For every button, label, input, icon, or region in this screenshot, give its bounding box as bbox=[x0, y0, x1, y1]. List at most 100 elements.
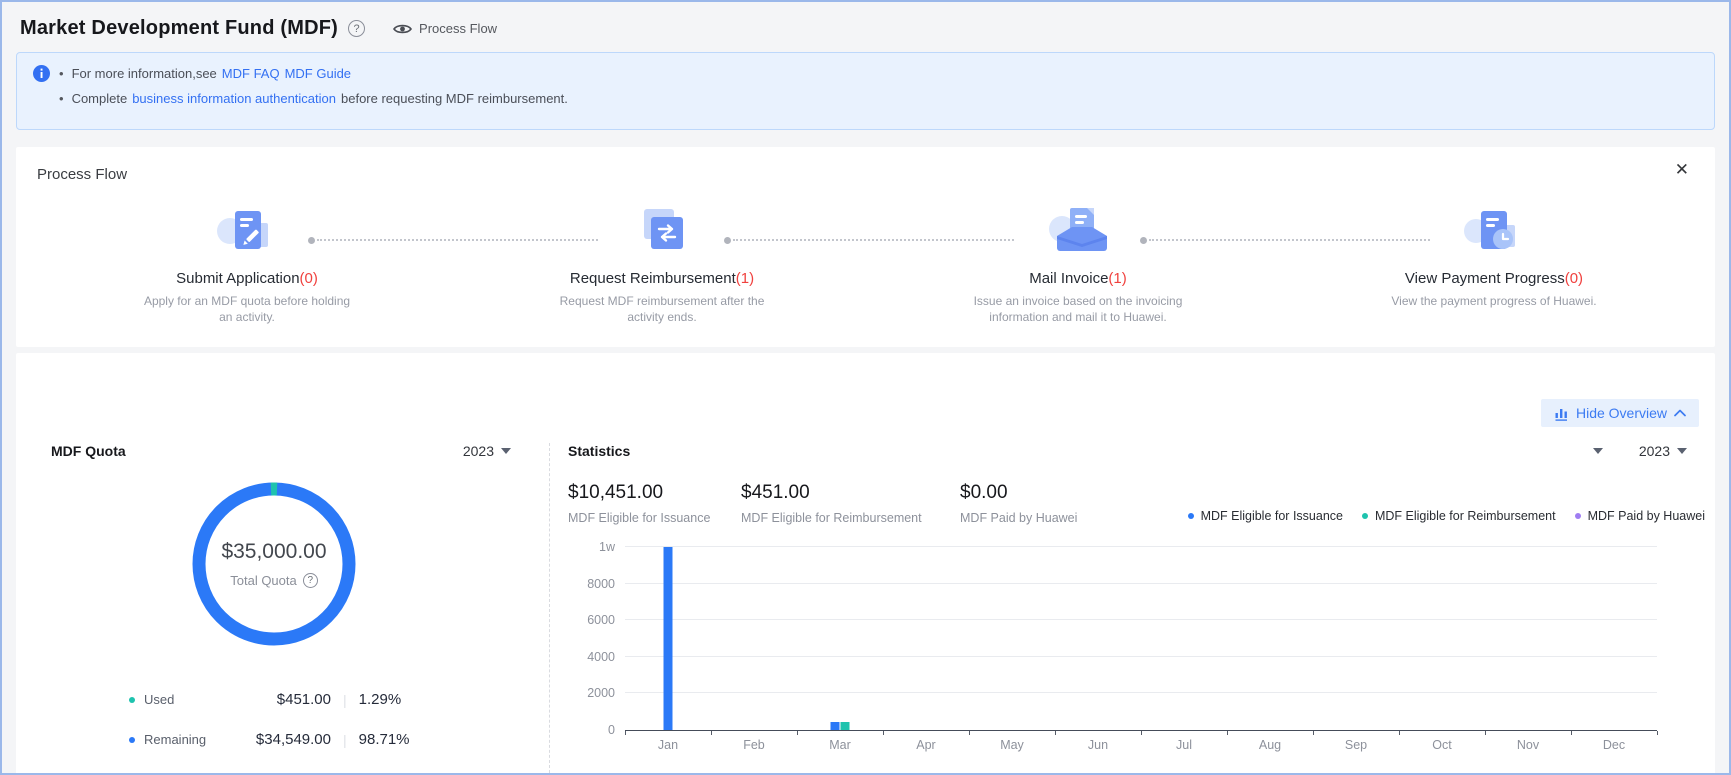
step-description: Issue an invoice based on the invoicing … bbox=[971, 293, 1185, 325]
chevron-down-icon bbox=[1593, 448, 1603, 454]
quota-legend-used: Used $451.00 | 1.29% bbox=[129, 691, 511, 708]
bar-chart-icon bbox=[1554, 406, 1569, 421]
process-step-submit-application: Submit Application(0) Apply for an MDF q… bbox=[107, 203, 387, 325]
y-axis-label: 8000 bbox=[587, 577, 615, 591]
overview-panel: Hide Overview MDF Quota 2023 $35,000.00 bbox=[16, 353, 1715, 775]
bar-mar bbox=[831, 722, 840, 730]
remaining-dot-icon bbox=[129, 737, 135, 743]
document-clock-icon bbox=[1354, 203, 1634, 263]
gridline bbox=[625, 656, 1657, 657]
step-title: Mail Invoice(1) bbox=[938, 270, 1218, 287]
x-axis-label: Jan bbox=[625, 738, 711, 752]
axis-tick bbox=[1399, 731, 1400, 735]
axis-tick bbox=[969, 731, 970, 735]
chart-plot-area: 020004000600080001w bbox=[625, 548, 1657, 731]
statistics-filter-select[interactable] bbox=[1593, 448, 1603, 454]
x-axis-label: Jun bbox=[1055, 738, 1141, 752]
close-icon[interactable]: ✕ bbox=[1675, 161, 1689, 178]
y-axis-label: 1w bbox=[599, 540, 615, 554]
axis-tick bbox=[711, 731, 712, 735]
mdf-quota-section: MDF Quota 2023 $35,000.00 Total Quota? bbox=[16, 443, 549, 773]
y-axis-label: 4000 bbox=[587, 650, 615, 664]
axis-tick bbox=[1141, 731, 1142, 735]
axis-tick bbox=[797, 731, 798, 735]
y-axis-label: 0 bbox=[608, 723, 615, 737]
axis-tick bbox=[625, 731, 626, 735]
used-dot-icon bbox=[129, 697, 135, 703]
page-title: Market Development Fund (MDF) bbox=[20, 17, 338, 40]
legend-item-eligible-issuance[interactable]: MDF Eligible for Issuance bbox=[1188, 509, 1343, 523]
gridline bbox=[625, 692, 1657, 693]
axis-tick bbox=[1313, 731, 1314, 735]
legend-item-eligible-reimbursement[interactable]: MDF Eligible for Reimbursement bbox=[1362, 509, 1556, 523]
hide-overview-button[interactable]: Hide Overview bbox=[1541, 399, 1699, 427]
step-title: Submit Application(0) bbox=[107, 270, 387, 287]
gridline bbox=[625, 619, 1657, 620]
bar-group-jan bbox=[664, 547, 673, 730]
chevron-up-icon bbox=[1674, 409, 1686, 417]
bar-jan bbox=[664, 547, 673, 730]
quota-title: MDF Quota bbox=[51, 443, 126, 459]
step-count[interactable]: (0) bbox=[1565, 270, 1583, 287]
x-axis-label: Jul bbox=[1141, 738, 1227, 752]
axis-tick bbox=[1571, 731, 1572, 735]
step-count[interactable]: (1) bbox=[1108, 270, 1126, 287]
quota-donut-chart: $35,000.00 Total Quota? bbox=[189, 479, 359, 649]
quota-year-select[interactable]: 2023 bbox=[463, 443, 511, 459]
title-help-icon[interactable]: ? bbox=[348, 20, 365, 37]
bullet: • bbox=[59, 66, 64, 82]
banner-line2-prefix: Complete bbox=[72, 91, 128, 106]
mdf-faq-link[interactable]: MDF FAQ bbox=[222, 66, 280, 81]
step-connector bbox=[724, 236, 1014, 244]
bar-group-mar bbox=[831, 722, 850, 730]
step-description: View the payment progress of Huawei. bbox=[1387, 293, 1601, 309]
chevron-down-icon bbox=[1677, 448, 1687, 454]
stat-card-eligible-reimbursement: $451.00 MDF Eligible for Reimbursement bbox=[741, 482, 960, 525]
x-axis-label: Aug bbox=[1227, 738, 1313, 752]
chart-x-axis: JanFebMarAprMayJunJulAugSepOctNovDec bbox=[625, 731, 1657, 752]
process-flow-panel-title: Process Flow bbox=[37, 166, 127, 183]
total-quota-label: Total Quota? bbox=[230, 573, 318, 588]
process-step-mail-invoice: Mail Invoice(1) Issue an invoice based o… bbox=[938, 203, 1218, 325]
process-flow-toggle[interactable]: Process Flow bbox=[393, 21, 497, 36]
x-axis-label: Apr bbox=[883, 738, 969, 752]
invoice-mail-icon bbox=[938, 203, 1218, 263]
document-edit-icon bbox=[107, 203, 387, 263]
step-description: Request MDF reimbursement after the acti… bbox=[555, 293, 769, 325]
step-title: View Payment Progress(0) bbox=[1354, 270, 1634, 287]
process-step-request-reimbursement: Request Reimbursement(1) Request MDF rei… bbox=[522, 203, 802, 325]
gridline bbox=[625, 583, 1657, 584]
total-quota-help-icon[interactable]: ? bbox=[303, 573, 318, 588]
x-axis-label: Nov bbox=[1485, 738, 1571, 752]
legend-item-paid-by-huawei[interactable]: MDF Paid by Huawei bbox=[1575, 509, 1705, 523]
business-auth-link[interactable]: business information authentication bbox=[132, 91, 336, 106]
mdf-guide-link[interactable]: MDF Guide bbox=[285, 66, 351, 81]
legend-dot-icon bbox=[1188, 513, 1194, 519]
stat-card-eligible-issuance: $10,451.00 MDF Eligible for Issuance bbox=[568, 482, 741, 525]
chevron-down-icon bbox=[501, 448, 511, 454]
x-axis-label: Sep bbox=[1313, 738, 1399, 752]
legend-dot-icon bbox=[1362, 513, 1368, 519]
bullet: • bbox=[59, 91, 64, 107]
mdf-console-page: Market Development Fund (MDF) ? Process … bbox=[0, 0, 1731, 775]
process-flow-panel: Process Flow ✕ Submit Application(0) App… bbox=[16, 147, 1715, 347]
axis-tick bbox=[883, 731, 884, 735]
step-count[interactable]: (0) bbox=[300, 270, 318, 287]
x-axis-label: Mar bbox=[797, 738, 883, 752]
gridline bbox=[625, 546, 1657, 547]
process-flow-toggle-label: Process Flow bbox=[419, 21, 497, 36]
banner-line1-text: For more information,see bbox=[72, 66, 217, 81]
axis-tick bbox=[1657, 731, 1658, 735]
x-axis-label: Feb bbox=[711, 738, 797, 752]
transfer-arrows-icon bbox=[522, 203, 802, 263]
step-connector bbox=[1140, 236, 1430, 244]
step-count[interactable]: (1) bbox=[736, 270, 754, 287]
banner-line2-suffix: before requesting MDF reimbursement. bbox=[341, 91, 568, 106]
process-step-view-payment-progress: View Payment Progress(0) View the paymen… bbox=[1354, 203, 1634, 309]
legend-dot-icon bbox=[1575, 513, 1581, 519]
statistics-year-select[interactable]: 2023 bbox=[1639, 443, 1687, 459]
x-axis-label: May bbox=[969, 738, 1055, 752]
eye-icon bbox=[393, 23, 412, 35]
axis-tick bbox=[1227, 731, 1228, 735]
statistics-title: Statistics bbox=[568, 443, 630, 459]
